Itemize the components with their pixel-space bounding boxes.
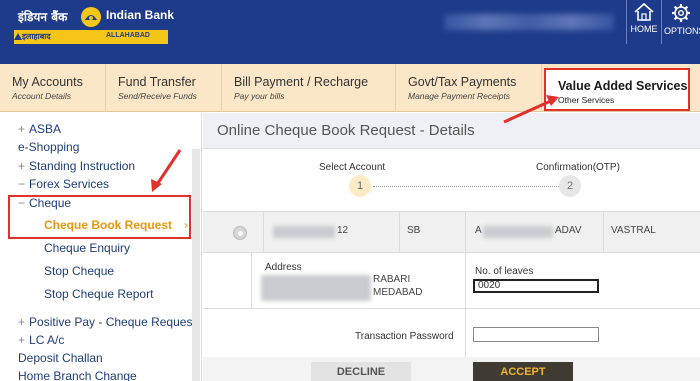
sidebar-item-label: Positive Pay - Cheque Request: [29, 315, 196, 329]
address-label: Address: [265, 262, 302, 273]
home-label: HOME: [630, 24, 658, 34]
sidebar-item-label: e-Shopping: [18, 140, 80, 154]
account-number-tail: 12: [337, 225, 349, 236]
nav-value-added-services[interactable]: Value Added Services Other Services: [544, 68, 690, 111]
sidebar-item-label: Deposit Challan: [18, 351, 103, 365]
action-bar: DECLINE ACCEPT: [203, 357, 700, 381]
sidebar-item-label: Forex Services: [29, 177, 110, 191]
options-button[interactable]: OPTIONS: [664, 2, 700, 36]
step-number: 2: [559, 175, 581, 197]
step-label-select-account: Select Account: [319, 162, 386, 173]
sidebar-item-label: Standing Instruction: [29, 159, 136, 173]
decline-button[interactable]: DECLINE: [311, 362, 411, 381]
expand-icon: +: [18, 159, 26, 173]
bank-logo-icon: [81, 7, 101, 27]
column-divider: [465, 309, 466, 357]
step-number: 1: [349, 175, 371, 197]
nav-subtitle: Send/Receive Funds: [118, 91, 197, 101]
sidebar-item-cheque-enquiry[interactable]: Cheque Enquiry: [44, 241, 130, 255]
nav-title: Govt/Tax Payments: [408, 75, 517, 89]
nav-my-accounts[interactable]: My Accounts Account Details: [0, 64, 106, 112]
collapse-icon: −: [18, 177, 26, 191]
sidebar-item-label: ASBA: [29, 122, 62, 136]
nav-subtitle: Other Services: [558, 95, 615, 105]
nav-title: Value Added Services: [558, 79, 688, 93]
temple-icon: [14, 33, 22, 40]
nav-govt-tax-payments[interactable]: Govt/Tax Payments Manage Payment Receipt…: [396, 64, 542, 112]
account-name-tail: ADAV: [555, 225, 582, 236]
home-icon: [634, 2, 654, 21]
stepper: Select Account 1 Confirmation(OTP) 2: [203, 149, 700, 211]
sidebar-item-eshopping[interactable]: e-Shopping: [18, 140, 79, 154]
expand-icon: +: [18, 333, 26, 347]
account-branch: VASTRAL: [611, 225, 656, 236]
brand-name-hindi: इंडियन बैंक: [18, 10, 68, 24]
main-content: Online Cheque Book Request - Details Sel…: [203, 113, 700, 381]
sidebar-item-asba[interactable]: + ASBA: [18, 122, 61, 136]
sidebar-item-label: Home Branch Change: [18, 369, 137, 381]
column-divider: [603, 212, 604, 254]
account-type: SB: [407, 225, 421, 236]
strip-text-hindi: इलाहाबाद: [22, 32, 51, 41]
strip-text-english: ALLAHABAD: [106, 32, 150, 39]
column-divider: [263, 212, 264, 254]
sidebar-scrollbar[interactable]: [192, 149, 200, 381]
details-row: Address RABARI MEDABAD No. of leaves 002…: [203, 253, 700, 309]
nav-subtitle: Manage Payment Receipts: [408, 91, 511, 101]
annotation-highlight-box: [8, 195, 191, 239]
sidebar-item-standing-instruction[interactable]: + Standing Instruction: [18, 159, 135, 173]
password-row: Transaction Password: [203, 309, 700, 357]
column-divider: [399, 212, 400, 254]
step-label-confirmation: Confirmation(OTP): [536, 162, 620, 173]
transaction-password-input[interactable]: [473, 327, 599, 342]
sidebar-item-deposit-challan[interactable]: Deposit Challan: [18, 351, 103, 365]
brand-name: Indian Bank: [106, 8, 175, 22]
nav-title: Bill Payment / Recharge: [234, 75, 369, 89]
leaves-label: No. of leaves: [475, 266, 534, 277]
sidebar-menu: + ASBA e-Shopping + Standing Instruction −…: [0, 113, 202, 381]
address-line-1: RABARI: [373, 274, 411, 285]
sidebar-item-positive-pay[interactable]: + Positive Pay - Cheque Request: [18, 315, 196, 329]
nav-bill-payment[interactable]: Bill Payment / Recharge Pay your bills: [222, 64, 396, 112]
account-name-head: A: [475, 225, 482, 236]
sidebar-item-home-branch-change[interactable]: Home Branch Change: [18, 369, 137, 381]
brand-strip: इलाहाबाद ALLAHABAD: [14, 30, 168, 44]
nav-subtitle: Account Details: [12, 91, 72, 101]
account-number-redacted: [273, 226, 335, 238]
page-title: Online Cheque Book Request - Details: [217, 122, 475, 139]
sidebar-item-label: LC A/c: [29, 333, 65, 347]
address-line-2: MEDABAD: [373, 287, 423, 298]
app-header: इंडियन बैंक Indian Bank इलाहाबाद ALLAHAB…: [0, 0, 700, 64]
account-row[interactable]: 12 SB A ADAV VASTRAL: [203, 211, 700, 254]
sidebar-item-forex[interactable]: − Forex Services: [18, 177, 109, 191]
main-nav: My Accounts Account Details Fund Transfe…: [0, 64, 700, 112]
address-redacted: [261, 275, 371, 301]
page-title-bar: Online Cheque Book Request - Details: [203, 113, 700, 149]
nav-subtitle: Pay your bills: [234, 91, 285, 101]
user-info-redacted: [444, 14, 614, 30]
column-divider: [251, 253, 252, 309]
nav-title: My Accounts: [12, 75, 83, 89]
nav-fund-transfer[interactable]: Fund Transfer Send/Receive Funds: [106, 64, 222, 112]
header-divider: [661, 0, 662, 44]
column-divider: [465, 212, 466, 254]
sidebar-item-lc[interactable]: + LC A/c: [18, 333, 64, 347]
sidebar-item-stop-cheque[interactable]: Stop Cheque: [44, 264, 114, 278]
account-radio[interactable]: [233, 226, 247, 240]
accept-button[interactable]: ACCEPT: [473, 362, 573, 381]
options-label: OPTIONS: [664, 26, 700, 36]
sidebar-item-stop-cheque-report[interactable]: Stop Cheque Report: [44, 287, 153, 301]
expand-icon: +: [18, 315, 26, 329]
home-button[interactable]: HOME: [627, 2, 661, 34]
account-name-redacted: [483, 226, 553, 238]
password-label: Transaction Password: [355, 331, 454, 342]
column-divider: [465, 253, 466, 309]
nav-title: Fund Transfer: [118, 75, 196, 89]
leaves-select[interactable]: 0020: [473, 279, 599, 293]
gear-icon: [672, 4, 690, 22]
expand-icon: +: [18, 122, 26, 136]
step-connector: [373, 186, 559, 187]
